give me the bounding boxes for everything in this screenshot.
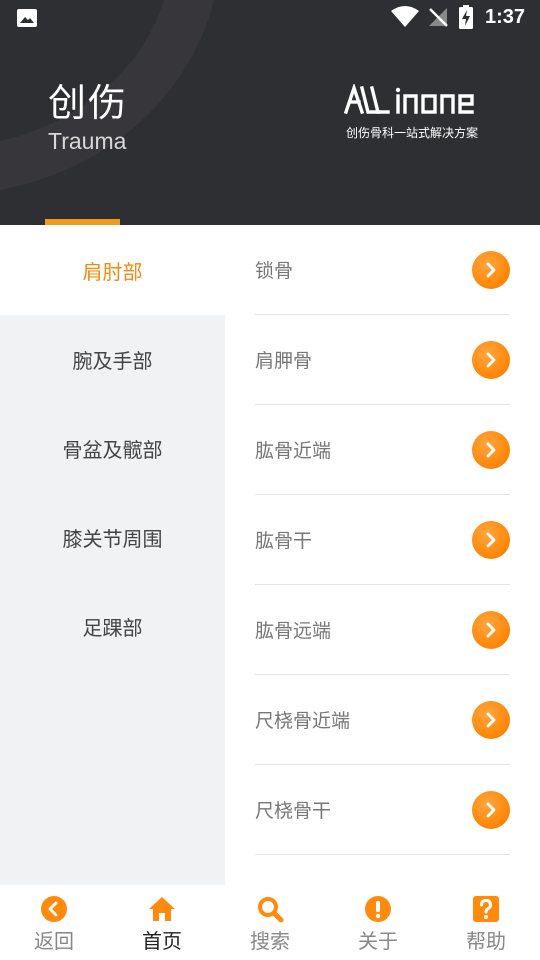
sidebar-item-label: 骨盆及髋部	[62, 438, 163, 462]
chevron-right-icon[interactable]	[472, 340, 510, 379]
list-item[interactable]: 尺桡骨干	[255, 765, 510, 855]
chevron-right-icon[interactable]	[472, 430, 510, 469]
nav-help[interactable]: 帮助	[432, 885, 540, 960]
search-icon	[256, 895, 284, 923]
all-in-one-logo	[344, 84, 474, 115]
category-sidebar: 肩肘部 腕及手部 骨盆及髋部 膝关节周围 足踝部	[0, 225, 225, 885]
list-item-label: 尺桡骨干	[255, 800, 332, 822]
back-icon	[40, 895, 68, 923]
sidebar-item-knee[interactable]: 膝关节周围	[0, 493, 225, 582]
status-bar: 1:37	[0, 0, 540, 36]
sidebar-item-label: 肩肘部	[82, 259, 143, 284]
list-item[interactable]: 肱骨干	[255, 495, 510, 585]
bottom-nav: 返回 首页 搜索 关于 帮助	[0, 885, 540, 960]
sidebar-item-wrist-hand[interactable]: 腕及手部	[0, 315, 225, 404]
chevron-right-icon[interactable]	[472, 250, 510, 289]
status-time: 1:37	[485, 6, 526, 28]
brand-tagline: 创伤骨科一站式解决方案	[346, 126, 479, 140]
subcategory-list: 锁骨 肩胛骨 肱骨近端 肱骨干 肱骨远端 尺桡骨近端 尺桡骨干	[225, 225, 540, 885]
list-item-label: 肱骨远端	[255, 620, 332, 642]
nav-label: 搜索	[250, 929, 290, 953]
sidebar-item-pelvis-hip[interactable]: 骨盆及髋部	[0, 404, 225, 493]
sidebar-item-label: 足踝部	[82, 616, 143, 640]
image-icon	[17, 9, 37, 27]
help-icon	[472, 895, 500, 923]
sidebar-item-shoulder-elbow[interactable]: 肩肘部	[0, 225, 225, 315]
list-item[interactable]: 肩胛骨	[255, 315, 510, 405]
signal-off-icon	[429, 8, 448, 27]
nav-label: 返回	[34, 929, 74, 953]
nav-about[interactable]: 关于	[324, 885, 432, 960]
list-item[interactable]: 尺桡骨近端	[255, 675, 510, 765]
list-item-label: 肩胛骨	[255, 350, 313, 372]
nav-search[interactable]: 搜索	[216, 885, 324, 960]
chevron-right-icon[interactable]	[472, 790, 510, 829]
page-title: 创伤	[48, 81, 129, 125]
sidebar-item-label: 腕及手部	[72, 349, 153, 373]
page-subtitle: Trauma	[48, 128, 127, 154]
list-item-label: 尺桡骨近端	[255, 710, 351, 732]
nav-label: 帮助	[466, 929, 506, 953]
home-icon	[148, 895, 176, 923]
brand-logo: 创伤骨科一站式解决方案	[344, 84, 484, 144]
list-item[interactable]: 肱骨近端	[255, 405, 510, 495]
nav-label: 关于	[358, 929, 398, 953]
chevron-right-icon[interactable]	[472, 700, 510, 739]
battery-charging-icon	[459, 5, 473, 29]
nav-back[interactable]: 返回	[0, 885, 108, 960]
chevron-right-icon[interactable]	[472, 610, 510, 649]
sidebar-item-label: 膝关节周围	[62, 527, 163, 551]
chevron-right-icon[interactable]	[472, 520, 510, 559]
info-icon	[364, 895, 392, 923]
list-item-label: 肱骨近端	[255, 440, 332, 462]
nav-label: 首页	[142, 929, 182, 953]
sidebar-item-foot-ankle[interactable]: 足踝部	[0, 582, 225, 671]
list-item-label: 锁骨	[255, 260, 294, 282]
list-item[interactable]: 肱骨远端	[255, 585, 510, 675]
nav-home[interactable]: 首页	[108, 885, 216, 960]
app-header: 1:37 创伤 Trauma 创伤骨科一站式解决方案	[0, 0, 540, 225]
list-item[interactable]: 锁骨	[255, 225, 510, 315]
wifi-icon	[391, 6, 419, 27]
list-item-label: 肱骨干	[255, 530, 313, 552]
